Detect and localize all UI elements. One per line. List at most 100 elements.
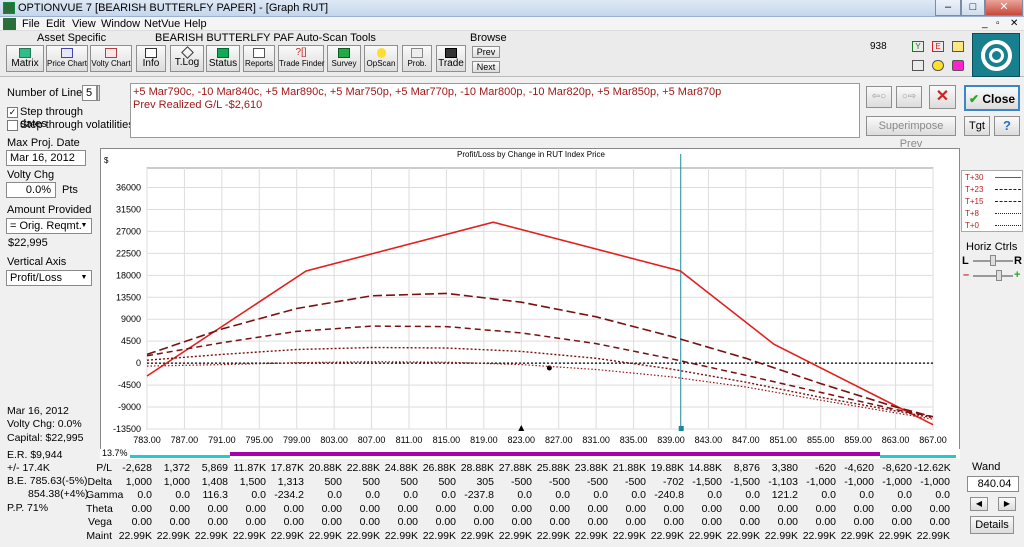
table-cell: 1,313 bbox=[277, 475, 304, 488]
table-cell: -4,620 bbox=[844, 462, 874, 474]
table-cell: 22.99K bbox=[840, 530, 874, 542]
wand-price-field[interactable]: 840.04 bbox=[967, 476, 1019, 492]
table-cell: 0.0 bbox=[593, 489, 608, 502]
superimpose-prev-button[interactable]: Superimpose Prev bbox=[866, 116, 956, 150]
trade-finder-button[interactable]: ?[] Trade Finder bbox=[278, 45, 325, 72]
mdi-restore-button[interactable]: ▫ bbox=[996, 17, 1000, 31]
mdi-minimize-button[interactable]: _ bbox=[982, 17, 988, 31]
browse-next-button[interactable]: Next bbox=[472, 61, 500, 73]
table-cell: 0.00 bbox=[701, 502, 722, 515]
horiz-slider-2[interactable] bbox=[973, 275, 1013, 277]
close-window-button[interactable]: ✕ bbox=[985, 0, 1023, 16]
mail-icon[interactable] bbox=[952, 41, 964, 52]
max-proj-date-field[interactable]: Mar 16, 2012 bbox=[6, 150, 86, 166]
row-label: Theta bbox=[86, 502, 113, 515]
info-button[interactable]: Info bbox=[136, 45, 166, 72]
step-dates-checkbox[interactable]: ✓ bbox=[7, 107, 18, 118]
chart-legend: T+30 T+23 T+15 T+8 T+0 bbox=[961, 170, 1023, 232]
minimize-button[interactable]: – bbox=[935, 0, 961, 16]
table-cell: 0.00 bbox=[473, 516, 494, 529]
menu-edit[interactable]: Edit bbox=[46, 17, 65, 31]
table-cell: 0.0 bbox=[251, 489, 266, 502]
yahoo-icon[interactable]: Y bbox=[912, 41, 924, 52]
number-of-lines-input[interactable]: 5 bbox=[82, 85, 97, 101]
amount-provided-label: Amount Provided bbox=[7, 204, 92, 216]
table-cell: 0.00 bbox=[739, 516, 760, 529]
delete-button[interactable]: ✕ bbox=[929, 85, 956, 109]
table-cell: -620 bbox=[814, 462, 836, 474]
menu-file[interactable]: File bbox=[22, 17, 40, 31]
print-icon[interactable] bbox=[912, 60, 924, 71]
details-button[interactable]: Details bbox=[970, 516, 1014, 534]
y-tick-label: -13500 bbox=[113, 424, 141, 434]
position-description: +5 Mar790c, -10 Mar840c, +5 Mar890c, +5 … bbox=[130, 83, 860, 138]
table-cell: 0.00 bbox=[625, 516, 646, 529]
wand-left-button[interactable]: ◀ bbox=[970, 497, 988, 511]
prob-button[interactable]: Prob. bbox=[402, 45, 432, 72]
expected-return: E.R. $9,944 bbox=[7, 449, 63, 461]
table-cell: 0.0 bbox=[859, 489, 874, 502]
table-cell: 0.0 bbox=[631, 489, 646, 502]
r-label: R bbox=[1014, 255, 1022, 267]
wand-right-button[interactable]: ▶ bbox=[998, 497, 1016, 511]
menu-help[interactable]: Help bbox=[184, 17, 207, 31]
amount-provided-select[interactable]: = Orig. Reqmt. ▼ bbox=[6, 218, 92, 234]
table-cell: 22.88K bbox=[346, 462, 380, 474]
maximize-button[interactable]: □ bbox=[961, 0, 985, 16]
chevron-down-icon: ▼ bbox=[80, 222, 88, 229]
table-cell: -1,000 bbox=[806, 475, 836, 488]
x-tick-label: 827.00 bbox=[545, 435, 573, 445]
survey-icon bbox=[338, 48, 350, 58]
arrow-right-button[interactable]: ○⇨ bbox=[896, 86, 922, 108]
table-cell: 22.99K bbox=[916, 530, 950, 542]
menu-window[interactable]: Window bbox=[101, 17, 140, 31]
tlog-button[interactable]: T.Log bbox=[170, 45, 204, 72]
trade-button[interactable]: Trade bbox=[436, 45, 466, 72]
table-cell: 22.99K bbox=[270, 530, 304, 542]
alert-icon[interactable] bbox=[932, 60, 944, 71]
status-button[interactable]: Status bbox=[206, 45, 240, 72]
table-cell: 0.00 bbox=[473, 502, 494, 515]
table-cell: 0.00 bbox=[853, 516, 874, 529]
matrix-button[interactable]: Matrix bbox=[6, 45, 44, 72]
close-graph-button[interactable]: ✔ Close bbox=[964, 85, 1020, 111]
survey-button[interactable]: Survey bbox=[327, 45, 361, 72]
volty-chg-field[interactable]: 0.0% bbox=[6, 182, 56, 198]
export-icon[interactable]: E bbox=[932, 41, 944, 52]
table-cell: 17.87K bbox=[270, 462, 304, 474]
table-cell: 0.00 bbox=[549, 516, 570, 529]
opscan-button[interactable]: OpScan bbox=[364, 45, 398, 72]
arrow-left-button[interactable]: ⇦○ bbox=[866, 86, 892, 108]
help-button[interactable]: ? bbox=[994, 116, 1020, 136]
menu-netvue[interactable]: NetVue bbox=[144, 17, 180, 31]
table-cell: -500 bbox=[548, 475, 570, 488]
mdi-close-button[interactable]: ✕ bbox=[1010, 17, 1018, 31]
tools-icon[interactable] bbox=[952, 60, 964, 71]
series-line-tplus0 bbox=[146, 361, 934, 420]
menu-view[interactable]: View bbox=[72, 17, 96, 31]
price-chart-button[interactable]: Price Chart bbox=[46, 45, 88, 72]
step-volatilities-checkbox[interactable] bbox=[7, 120, 18, 131]
opscan-icon bbox=[376, 48, 386, 58]
horiz-slider-2-thumb[interactable] bbox=[996, 270, 1002, 281]
amount-value: $22,995 bbox=[8, 237, 48, 249]
reports-button[interactable]: Reports bbox=[243, 45, 275, 72]
volty-chart-button[interactable]: Volty Chart bbox=[90, 45, 132, 72]
table-cell: 0.00 bbox=[929, 502, 950, 515]
table-cell: 0.00 bbox=[511, 516, 532, 529]
trade-icon bbox=[445, 48, 457, 58]
table-cell: 0.0 bbox=[137, 489, 152, 502]
vertical-axis-select[interactable]: Profit/Loss ▼ bbox=[6, 270, 92, 286]
browse-prev-button[interactable]: Prev bbox=[472, 46, 500, 58]
range-bar: 13.7% bbox=[100, 448, 960, 459]
row-label: Delta bbox=[87, 475, 112, 488]
target-button[interactable]: Tgt bbox=[964, 116, 990, 136]
y-tick-label: 13500 bbox=[116, 292, 141, 302]
table-cell: 0.0 bbox=[175, 489, 190, 502]
table-cell: 0.0 bbox=[441, 489, 456, 502]
table-cell: 0.00 bbox=[245, 516, 266, 529]
horiz-slider-1-thumb[interactable] bbox=[990, 255, 996, 266]
table-cell: 0.0 bbox=[365, 489, 380, 502]
x-tick-label: 831.00 bbox=[582, 435, 610, 445]
number-of-lines-spinner[interactable] bbox=[97, 85, 100, 101]
